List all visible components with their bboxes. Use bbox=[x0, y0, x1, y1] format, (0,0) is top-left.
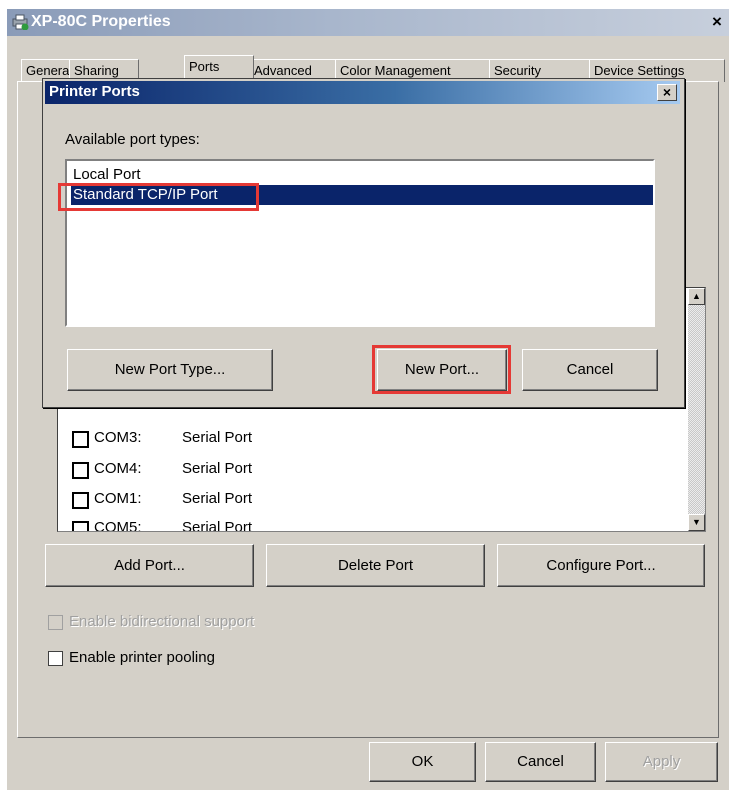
port-name: COM3: bbox=[94, 429, 142, 446]
dialog-title-bar: Printer Ports × bbox=[45, 81, 680, 104]
close-icon[interactable]: × bbox=[657, 84, 677, 101]
delete-port-button[interactable]: Delete Port bbox=[266, 544, 485, 587]
port-description: Serial Port bbox=[182, 519, 253, 532]
port-description: Serial Port bbox=[182, 460, 253, 477]
printer-icon bbox=[12, 14, 29, 30]
dialog-cancel-button[interactable]: Cancel bbox=[522, 349, 658, 391]
bidirectional-support-label: Enable bidirectional support bbox=[69, 613, 255, 630]
checkbox-box bbox=[48, 615, 63, 630]
highlight-box bbox=[372, 345, 511, 394]
port-name: COM5: bbox=[94, 519, 142, 532]
printer-pooling-label: Enable printer pooling bbox=[69, 649, 215, 666]
port-description: Serial Port bbox=[182, 490, 253, 507]
port-checkbox[interactable] bbox=[72, 492, 89, 509]
ok-button[interactable]: OK bbox=[369, 742, 476, 782]
port-name: COM1: bbox=[94, 490, 142, 507]
printer-ports-dialog: Printer Ports × Available port types: Lo… bbox=[42, 78, 685, 408]
window-title-bar: XP-80C Properties × bbox=[7, 9, 729, 36]
port-description: Serial Port bbox=[182, 429, 253, 446]
add-port-button[interactable]: Add Port... bbox=[45, 544, 254, 587]
apply-button: Apply bbox=[605, 742, 718, 782]
cancel-button[interactable]: Cancel bbox=[485, 742, 596, 782]
port-type-local[interactable]: Local Port bbox=[71, 165, 653, 185]
new-port-type-button[interactable]: New Port Type... bbox=[67, 349, 273, 391]
port-checkbox[interactable] bbox=[72, 431, 89, 448]
port-checkbox[interactable] bbox=[72, 521, 89, 531]
dialog-title: Printer Ports bbox=[49, 83, 140, 100]
checkbox-box[interactable] bbox=[48, 651, 63, 666]
port-name: COM4: bbox=[94, 460, 142, 477]
scroll-up-icon[interactable]: ▲ bbox=[688, 288, 705, 305]
configure-port-button[interactable]: Configure Port... bbox=[497, 544, 705, 587]
port-list-scrollbar[interactable]: ▲ ▼ bbox=[688, 288, 705, 531]
highlight-box bbox=[58, 183, 259, 211]
port-checkbox[interactable] bbox=[72, 462, 89, 479]
close-icon[interactable]: × bbox=[707, 12, 727, 32]
window-title: XP-80C Properties bbox=[31, 13, 171, 30]
scroll-down-icon[interactable]: ▼ bbox=[688, 514, 705, 531]
available-port-types-label: Available port types: bbox=[65, 131, 200, 148]
